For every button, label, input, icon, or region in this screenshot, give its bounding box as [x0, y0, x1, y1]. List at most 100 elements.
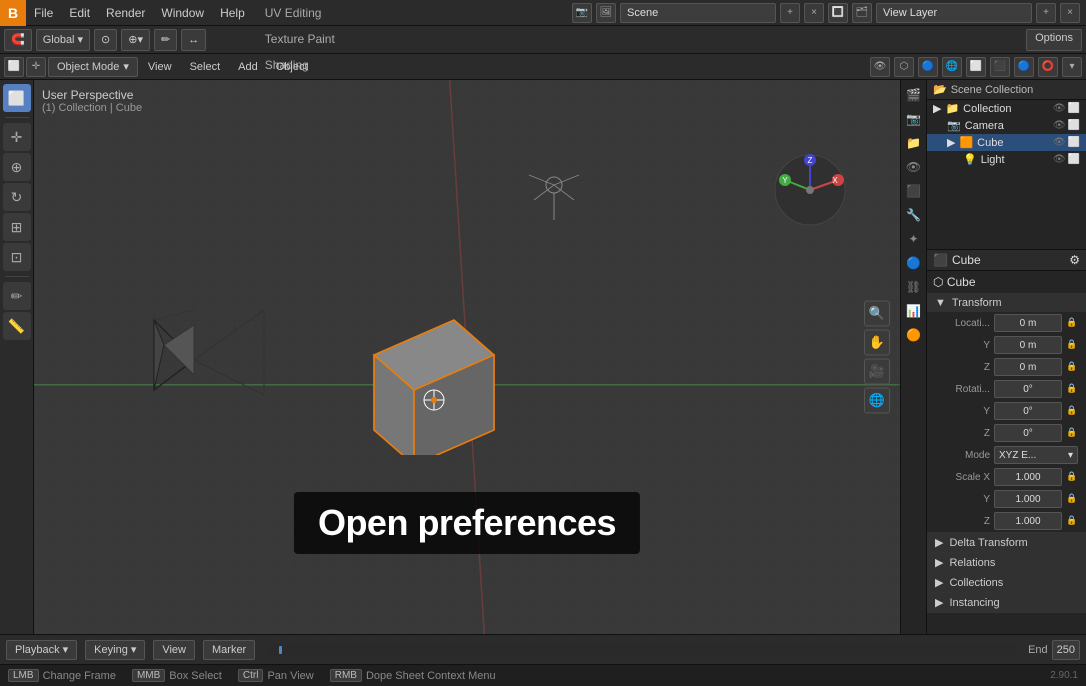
shading-render[interactable]: ⭕: [1038, 57, 1058, 77]
relations-header[interactable]: ▶ Relations: [927, 553, 1086, 572]
camera-view-btn[interactable]: 🎥: [864, 359, 890, 385]
shading-solid[interactable]: ⬛: [990, 57, 1010, 77]
outliner-item-light[interactable]: 💡 Light 👁 ⬜: [927, 151, 1086, 168]
menu-help[interactable]: Help: [212, 0, 253, 26]
header-cursor-icon[interactable]: ✛: [26, 57, 46, 77]
tab-uv-editing[interactable]: UV Editing: [253, 0, 347, 26]
outliner-item-collection[interactable]: ▶ 📁 Collection 👁 ⬜: [927, 100, 1086, 117]
shading-lp[interactable]: 🔵: [1014, 57, 1034, 77]
rs-view-icon[interactable]: 👁: [903, 156, 925, 178]
rotation-x-val[interactable]: 0°: [994, 380, 1062, 398]
light-view-action[interactable]: 👁: [1053, 154, 1066, 165]
collection-view-btn[interactable]: 👁: [1053, 103, 1066, 114]
rs-object-icon[interactable]: ⬛: [903, 180, 925, 202]
rotation-y-val[interactable]: 0°: [994, 402, 1062, 420]
scale-z-lock[interactable]: 🔒: [1066, 515, 1078, 527]
cube-view-action[interactable]: 👁: [1053, 137, 1066, 148]
view-btn[interactable]: View: [153, 640, 195, 660]
tool-cursor[interactable]: ✛: [3, 123, 31, 151]
menu-edit[interactable]: Edit: [61, 0, 98, 26]
render-overlay-icon[interactable]: 👁: [870, 57, 890, 77]
view-layer-icon[interactable]: 🗂: [852, 3, 872, 23]
light-hide-action[interactable]: ⬜: [1068, 154, 1080, 165]
location-z-lock[interactable]: 🔒: [1066, 361, 1078, 373]
snap-toggle[interactable]: 🧲: [4, 29, 32, 51]
overlay-icon[interactable]: 🔵: [918, 57, 938, 77]
tool-transform[interactable]: ⊡: [3, 243, 31, 271]
scale-x-val[interactable]: 1.000: [994, 468, 1062, 486]
tool-select[interactable]: ⬜: [3, 84, 31, 112]
camera-view-action[interactable]: 👁: [1053, 120, 1066, 131]
viewport-shading-icon[interactable]: ⬡: [894, 57, 914, 77]
rs-constraints-icon[interactable]: ⛓: [903, 276, 925, 298]
rs-render-icon[interactable]: 📷: [903, 108, 925, 130]
tool-scale[interactable]: ⊞: [3, 213, 31, 241]
tab-texture-paint[interactable]: Texture Paint: [253, 26, 347, 52]
options-button[interactable]: Options: [1026, 29, 1082, 51]
vl-remove-icon[interactable]: ×: [1060, 3, 1080, 23]
shading-wire[interactable]: ⬜: [966, 57, 986, 77]
shading-extra[interactable]: ▾: [1062, 57, 1082, 77]
rotation-y-lock[interactable]: 🔒: [1066, 405, 1078, 417]
outliner-item-camera[interactable]: 📷 Camera 👁 ⬜: [927, 117, 1086, 134]
instancing-header[interactable]: ▶ Instancing: [927, 593, 1086, 612]
location-y-lock[interactable]: 🔒: [1066, 339, 1078, 351]
menu-select[interactable]: Select: [182, 57, 229, 77]
menu-render[interactable]: Render: [98, 0, 153, 26]
rs-physics-icon[interactable]: 🔵: [903, 252, 925, 274]
rs-material-icon[interactable]: 🟠: [903, 324, 925, 346]
delta-transform-header[interactable]: ▶ Delta Transform: [927, 533, 1086, 552]
header-select-icon[interactable]: ⬜: [4, 57, 24, 77]
rs-data-icon[interactable]: 📊: [903, 300, 925, 322]
render-icon-top[interactable]: 🖼: [596, 3, 616, 23]
location-z-val[interactable]: 0 m: [994, 358, 1062, 376]
menu-add[interactable]: Add: [230, 57, 266, 77]
camera-hide-action[interactable]: ⬜: [1068, 120, 1080, 131]
object-mode-btn[interactable]: Object Mode ▾: [48, 57, 138, 77]
location-x-lock[interactable]: 🔒: [1066, 317, 1078, 329]
keying-btn[interactable]: Keying ▾: [85, 640, 145, 660]
rs-output-icon[interactable]: 📁: [903, 132, 925, 154]
location-x-val[interactable]: 0 m: [994, 314, 1062, 332]
scene-add-icon[interactable]: +: [780, 3, 800, 23]
transform-pivot-btn[interactable]: ⊕▾: [121, 29, 150, 51]
rs-particles-icon[interactable]: ✦: [903, 228, 925, 250]
scene-remove-icon[interactable]: ×: [804, 3, 824, 23]
transform-icons[interactable]: ↔: [181, 29, 206, 51]
rotation-z-val[interactable]: 0°: [994, 424, 1062, 442]
world-view-btn[interactable]: 🌐: [864, 388, 890, 414]
cube-hide-action[interactable]: ⬜: [1068, 137, 1080, 148]
tool-rotate[interactable]: ↻: [3, 183, 31, 211]
menu-file[interactable]: File: [26, 0, 61, 26]
scale-y-val[interactable]: 1.000: [994, 490, 1062, 508]
proportional-edit-btn[interactable]: ⊙: [94, 29, 117, 51]
rotation-x-lock[interactable]: 🔒: [1066, 383, 1078, 395]
mode-dropdown[interactable]: XYZ E... ▾: [994, 446, 1078, 464]
pan-btn[interactable]: ✋: [864, 330, 890, 356]
viewport[interactable]: User Perspective (1) Collection | Cube X…: [34, 80, 900, 634]
playback-btn[interactable]: Playback ▾: [6, 640, 77, 660]
timeline-track[interactable]: [269, 645, 1014, 655]
rotation-z-lock[interactable]: 🔒: [1066, 427, 1078, 439]
marker-btn[interactable]: Marker: [203, 640, 255, 660]
scale-y-lock[interactable]: 🔒: [1066, 493, 1078, 505]
tool-move[interactable]: ⊕: [3, 153, 31, 181]
zoom-in-btn[interactable]: 🔍: [864, 301, 890, 327]
rs-modifier-icon[interactable]: 🔧: [903, 204, 925, 226]
scale-x-lock[interactable]: 🔒: [1066, 471, 1078, 483]
menu-object[interactable]: Object: [268, 57, 316, 77]
end-value[interactable]: 250: [1052, 640, 1080, 660]
location-y-val[interactable]: 0 m: [994, 336, 1062, 354]
menu-view[interactable]: View: [140, 57, 180, 77]
snap-dropdown[interactable]: Global ▾: [36, 29, 90, 51]
scale-z-val[interactable]: 1.000: [994, 512, 1062, 530]
view-layer-selector[interactable]: [876, 3, 1032, 23]
object-name-display[interactable]: Cube: [952, 253, 1065, 267]
transform-header[interactable]: ▼ Transform: [927, 294, 1086, 312]
collection-hide-btn[interactable]: ⬜: [1068, 103, 1080, 114]
scene-icon[interactable]: 🔳: [828, 3, 848, 23]
menu-window[interactable]: Window: [153, 0, 212, 26]
camera-icon-top[interactable]: 📷: [572, 3, 592, 23]
tool-measure[interactable]: 📏: [3, 312, 31, 340]
rs-scene-icon[interactable]: 🎬: [903, 84, 925, 106]
